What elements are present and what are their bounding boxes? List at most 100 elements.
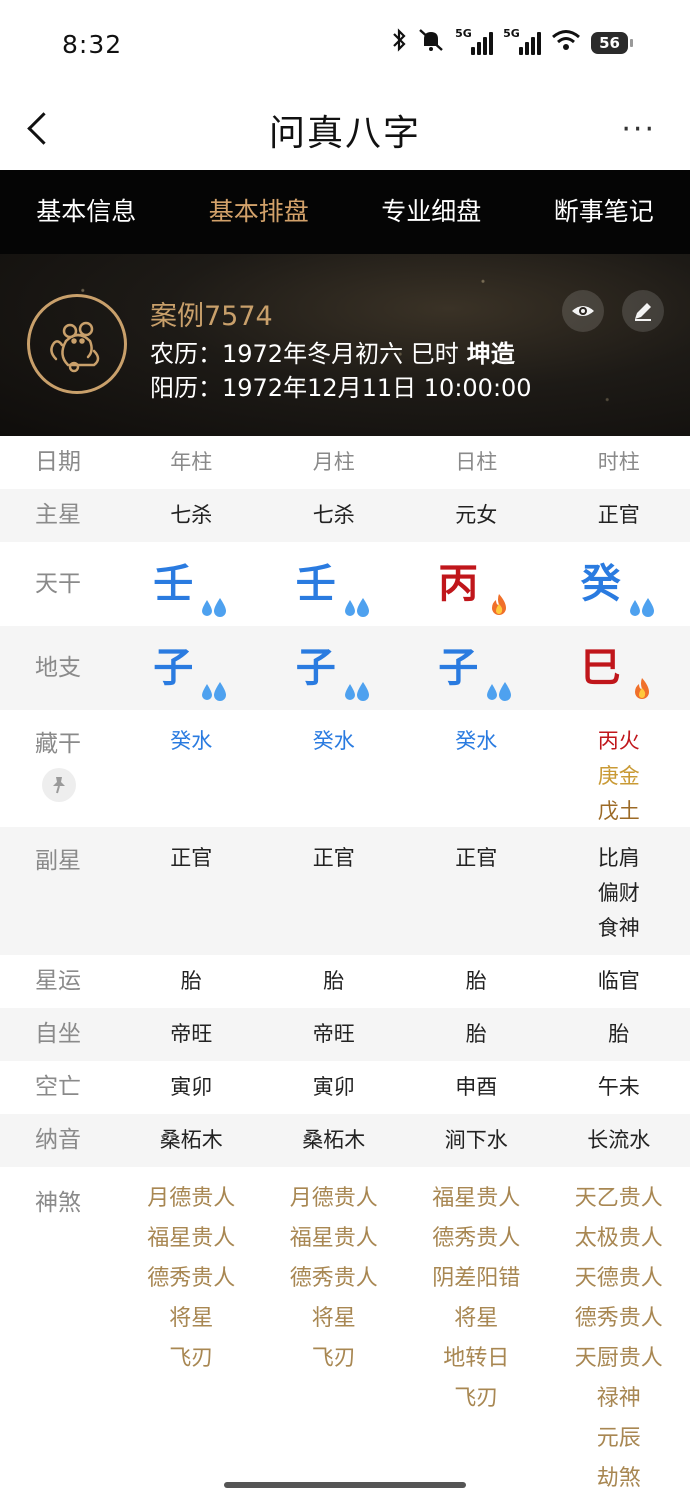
hidden-stem: 癸水 xyxy=(455,729,498,753)
status-time: 8:32 xyxy=(62,30,123,59)
table-cell: 巳 xyxy=(548,626,690,710)
sub-star: 食神 xyxy=(597,916,640,940)
table-cell: 壬 xyxy=(120,542,263,626)
table-cell: 桑柘木 xyxy=(159,1128,223,1152)
table-cell: 子 xyxy=(120,626,263,710)
row-sub-star: 副星 正官 正官 正官 比肩 偏财 食神 xyxy=(0,827,690,955)
table-cell: 正官 xyxy=(263,827,406,955)
stem-char: 壬 xyxy=(153,560,194,607)
stem-char: 壬 xyxy=(295,560,336,607)
shensha-item: 天乙贵人 xyxy=(574,1186,663,1211)
fire-icon xyxy=(627,655,657,699)
tab-pro-detail[interactable]: 专业细盘 xyxy=(345,170,518,254)
status-icons: 5G 5G 56 xyxy=(391,27,633,58)
row-void: 空亡 寅卯 寅卯 申酉 午未 xyxy=(0,1061,690,1114)
home-indicator[interactable] xyxy=(224,1482,466,1488)
row-label: 星运 xyxy=(35,968,81,994)
row-nayin: 纳音 桑柘木 桑柘木 涧下水 长流水 xyxy=(0,1114,690,1167)
row-label: 副星 xyxy=(35,848,81,874)
shensha-item: 福星贵人 xyxy=(147,1226,236,1251)
table-cell: 胎 xyxy=(323,969,345,993)
col-day: 日柱 xyxy=(455,450,498,474)
status-bar: 8:32 5G 5G 56 xyxy=(0,0,690,90)
table-cell: 七杀 xyxy=(312,503,355,527)
hidden-stem: 丙火 xyxy=(597,729,640,753)
table-cell: 胎 xyxy=(465,969,487,993)
wifi-icon xyxy=(551,29,581,57)
col-year: 年柱 xyxy=(170,450,213,474)
row-hidden-stems: 藏干 癸水 癸水 癸水 丙火 庚金 戊土 xyxy=(0,710,690,827)
hidden-stem: 戊土 xyxy=(597,799,640,823)
table-cell: 福星贵人 德秀贵人 阴差阳错 将星 地转日 飞刃 xyxy=(405,1167,548,1487)
tab-basic-chart[interactable]: 基本排盘 xyxy=(173,170,346,254)
branch-char: 巳 xyxy=(580,644,621,691)
table-cell: 午未 xyxy=(597,1075,640,1099)
water-drop-icon xyxy=(342,655,372,701)
table-cell: 丙 xyxy=(405,542,548,626)
shensha-item: 飞刃 xyxy=(169,1346,214,1371)
col-hour: 时柱 xyxy=(597,450,640,474)
table-cell: 天乙贵人 太极贵人 天德贵人 德秀贵人 天厨贵人 禄神 元辰 劫煞 xyxy=(548,1167,690,1487)
table-cell: 壬 xyxy=(263,542,406,626)
tab-bar: 基本信息 基本排盘 专业细盘 断事笔记 xyxy=(0,170,690,254)
pin-icon xyxy=(53,777,65,794)
shensha-item: 天德贵人 xyxy=(574,1266,663,1291)
table-cell: 癸 xyxy=(548,542,690,626)
shensha-item: 天厨贵人 xyxy=(574,1346,663,1371)
shensha-item: 福星贵人 xyxy=(432,1186,521,1211)
pin-button[interactable] xyxy=(42,768,76,802)
mute-bell-icon xyxy=(417,28,445,58)
signal-label: 5G xyxy=(455,27,472,40)
page-title: 问真八字 xyxy=(268,113,421,154)
shensha-item: 德秀贵人 xyxy=(432,1226,521,1251)
row-label: 主星 xyxy=(35,502,81,528)
row-shensha: 神煞 月德贵人 福星贵人 德秀贵人 将星 飞刃 月德贵人 福星贵人 德秀贵人 将… xyxy=(0,1167,690,1487)
table-cell: 比肩 偏财 食神 xyxy=(548,827,690,955)
row-star-fortune: 星运 胎 胎 胎 临官 xyxy=(0,955,690,1008)
water-drop-icon xyxy=(627,571,657,617)
tab-basic-info[interactable]: 基本信息 xyxy=(0,170,173,254)
tab-notes[interactable]: 断事笔记 xyxy=(518,170,690,254)
solar-date: 阳历：1972年12月11日 10:00:00 xyxy=(150,374,532,402)
lunar-date: 农历：1972年冬月初六 巳时 坤造 xyxy=(150,334,515,369)
table-cell: 正官 xyxy=(597,503,640,527)
row-label: 地支 xyxy=(35,655,81,681)
signal-label-2: 5G xyxy=(503,27,520,40)
shensha-item: 阴差阳错 xyxy=(432,1266,521,1291)
sub-star: 正官 xyxy=(455,846,498,870)
table-cell: 癸水 xyxy=(120,710,263,827)
rat-icon xyxy=(27,294,127,394)
water-drop-icon xyxy=(199,571,229,617)
cellular-signal-icon-2: 5G xyxy=(503,27,542,55)
view-button[interactable] xyxy=(562,290,604,332)
shensha-item: 月德贵人 xyxy=(289,1186,378,1211)
table-cell: 七杀 xyxy=(170,503,213,527)
water-drop-icon xyxy=(199,655,229,701)
row-label: 天干 xyxy=(35,571,81,597)
shensha-item: 德秀贵人 xyxy=(289,1266,378,1291)
shensha-item: 将星 xyxy=(454,1306,499,1331)
shensha-item: 将星 xyxy=(169,1306,214,1331)
table-cell: 胎 xyxy=(608,1022,630,1046)
fire-icon xyxy=(484,571,514,615)
hidden-stem: 庚金 xyxy=(597,764,640,788)
title-bar: 问真八字 ··· xyxy=(0,90,690,170)
table-cell: 帝旺 xyxy=(312,1022,355,1046)
table-cell: 胎 xyxy=(465,1022,487,1046)
row-main-star: 主星 七杀 七杀 元女 正官 xyxy=(0,489,690,542)
table-cell: 癸水 xyxy=(405,710,548,827)
row-label: 自坐 xyxy=(35,1021,81,1047)
table-cell: 申酉 xyxy=(455,1075,498,1099)
branch-char: 子 xyxy=(295,644,336,691)
row-label: 神煞 xyxy=(35,1190,81,1216)
more-options-button[interactable]: ··· xyxy=(621,112,656,147)
shensha-item: 元辰 xyxy=(596,1426,641,1451)
shensha-item: 禄神 xyxy=(596,1386,641,1411)
sub-star: 偏财 xyxy=(597,881,640,905)
table-cell: 丙火 庚金 戊土 xyxy=(548,710,690,827)
pencil-icon xyxy=(635,303,651,321)
shensha-item: 劫煞 xyxy=(596,1466,641,1487)
edit-button[interactable] xyxy=(622,290,664,332)
shensha-item: 飞刃 xyxy=(454,1386,499,1411)
table-cell: 子 xyxy=(405,626,548,710)
